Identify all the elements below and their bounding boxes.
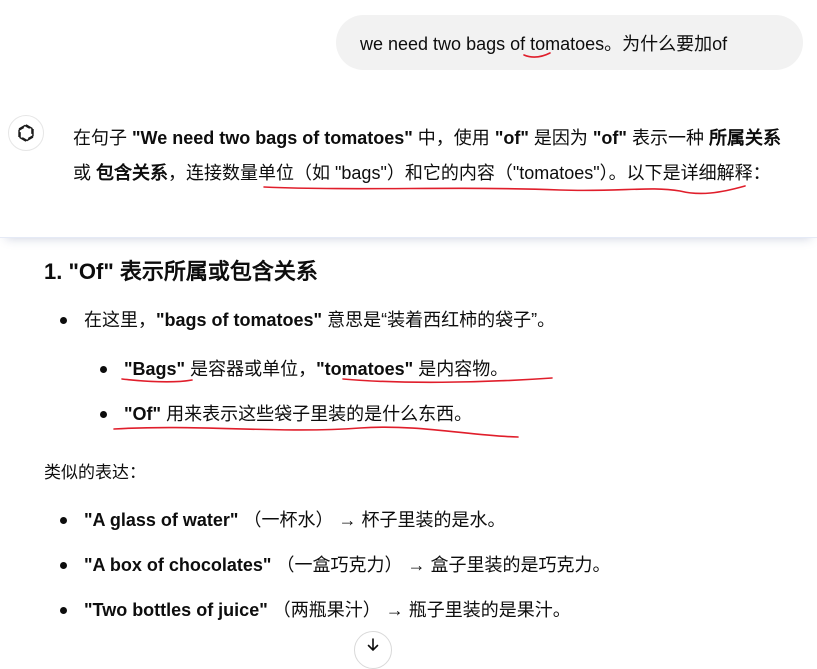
intro-text-3: 是因为 — [528, 128, 593, 148]
arrow-down-icon — [367, 638, 379, 652]
intro-text-2: 中，使用 — [412, 128, 495, 148]
sub-list-item: "Of" 用来表示这些袋子里装的是什么东西。 — [99, 401, 472, 427]
underline-of-sentence — [113, 426, 519, 438]
intro-text-1: 在句子 — [73, 128, 133, 148]
user-message-bubble: we need two bags of tomatoes。为什么要加of — [336, 15, 803, 70]
scroll-down-button[interactable] — [354, 631, 392, 669]
intro-containment-term: 包含关系 — [96, 163, 169, 183]
example-item: "Two bottles of juice" （两瓶果汁） → 瓶子里装的是果汁… — [60, 597, 571, 623]
chatgpt-logo-icon — [8, 115, 44, 151]
list-item: 在这里，"bags of tomatoes" 意思是“装着西红柿的袋子”。 — [59, 307, 555, 333]
intro-of-1: "of" — [494, 128, 529, 148]
intro-text-6: ，连接数量单位（如 "bags"）和它的内容（"tomatoes"）。以下是详细… — [168, 163, 771, 183]
example-item: "A glass of water" （一杯水） → 杯子里装的是水。 — [60, 507, 506, 533]
section-title: 1. "Of" 表示所属或包含关系 — [44, 259, 318, 284]
sub-list-item: "Bags" 是容器或单位，"tomatoes" 是内容物。 — [99, 356, 508, 382]
intro-example-sentence: "We need two bags of tomatoes" — [132, 128, 413, 148]
user-message-text: we need two bags of tomatoes。为什么要加of — [360, 33, 728, 54]
intro-text-4: 表示一种 — [626, 128, 709, 148]
example-item: "A box of chocolates" （一盒巧克力） → 盒子里装的是巧克… — [59, 552, 610, 578]
intro-text-5: 或 — [73, 163, 97, 183]
similar-expressions-label: 类似的表达： — [44, 463, 146, 482]
intro-of-2: "of" — [592, 128, 627, 148]
intro-ownership-term: 所属关系 — [708, 128, 781, 148]
assistant-intro-paragraph: 在句子 "We need two bags of tomatoes" 中，使用 … — [73, 121, 793, 191]
